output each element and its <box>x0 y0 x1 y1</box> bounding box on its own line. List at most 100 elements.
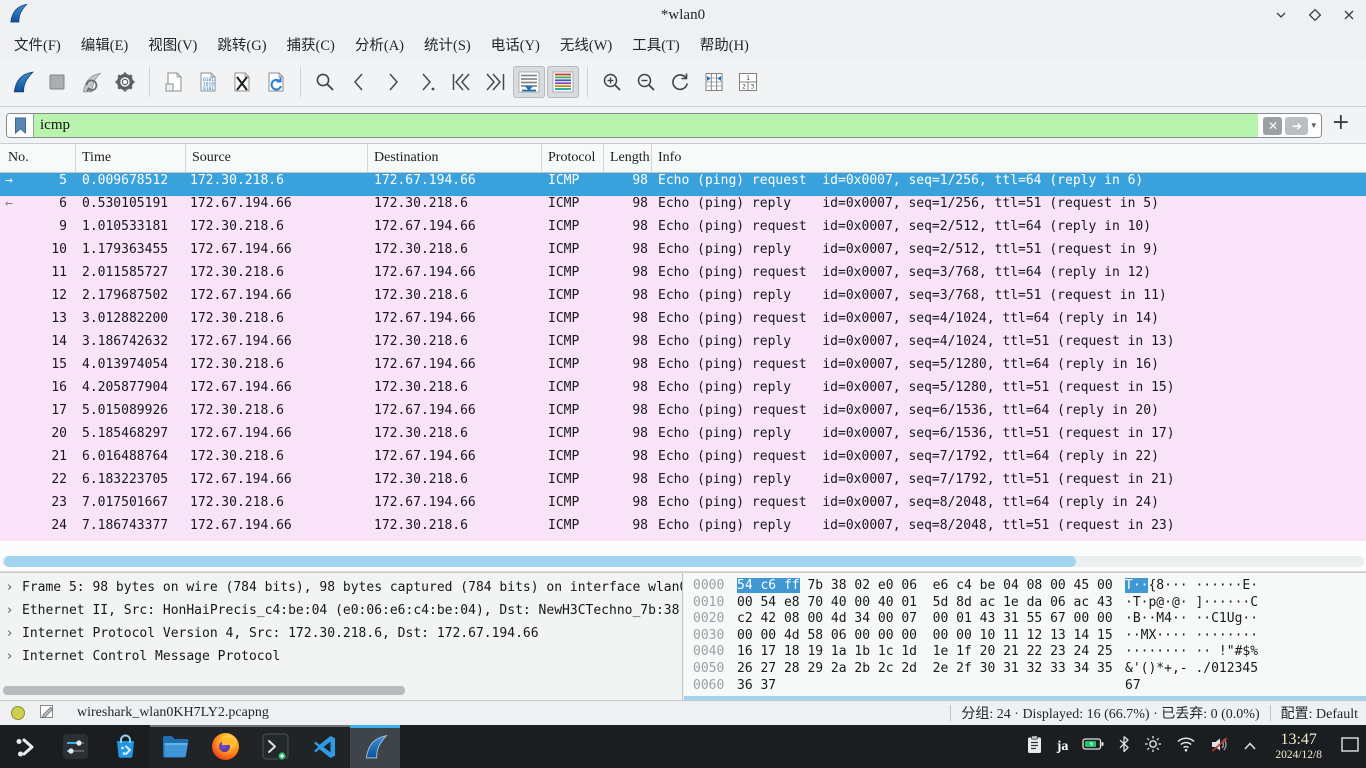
expert-info-icon[interactable] <box>11 706 25 720</box>
filter-bookmark-icon[interactable] <box>7 114 34 137</box>
menu-item-2[interactable]: 视图(V) <box>138 31 207 58</box>
packet-row-22[interactable]: 226.183223705172.67.194.66172.30.218.6IC… <box>0 472 1366 495</box>
menu-item-0[interactable]: 文件(F) <box>4 31 71 58</box>
vscode-icon[interactable] <box>300 725 350 768</box>
column-header-info[interactable]: Info <box>652 144 1366 172</box>
close-button[interactable] <box>1342 8 1356 22</box>
menu-item-5[interactable]: 分析(A) <box>345 31 414 58</box>
menu-item-7[interactable]: 电话(Y) <box>481 31 550 58</box>
bluetooth-icon[interactable] <box>1118 735 1130 758</box>
battery-icon[interactable] <box>1082 737 1104 756</box>
start-capture-button[interactable] <box>7 66 39 98</box>
find-packet-icon[interactable] <box>309 66 341 98</box>
hex-row-0000[interactable]: 000054 c6 ff 7b 38 02 e0 06 e6 c4 be 04 … <box>693 578 1366 595</box>
capture-comment-icon[interactable] <box>39 703 55 724</box>
firefox-icon[interactable] <box>200 725 250 768</box>
column-header-time[interactable]: Time <box>76 144 186 172</box>
first-packet-button[interactable] <box>445 66 477 98</box>
column-header-source[interactable]: Source <box>186 144 368 172</box>
next-packet-button[interactable] <box>377 66 409 98</box>
volume-muted-icon[interactable] <box>1210 736 1229 758</box>
clipboard-icon[interactable] <box>1026 735 1043 759</box>
packet-row-14[interactable]: 143.186742632172.67.194.66172.30.218.6IC… <box>0 334 1366 357</box>
column-header-destination[interactable]: Destination <box>368 144 542 172</box>
packet-row-13[interactable]: 133.012882200172.30.218.6172.67.194.66IC… <box>0 311 1366 334</box>
packet-row-5[interactable]: →50.009678512172.30.218.6172.67.194.66IC… <box>0 173 1366 196</box>
details-hscrollbar-thumb[interactable] <box>3 686 405 695</box>
stop-capture-button[interactable] <box>41 66 73 98</box>
filter-dropdown-icon[interactable]: ▾ <box>1311 121 1316 131</box>
resize-columns-button[interactable] <box>698 66 730 98</box>
packet-row-9[interactable]: 91.010533181172.30.218.6172.67.194.66ICM… <box>0 219 1366 242</box>
filter-text[interactable]: icmp <box>34 114 1258 137</box>
menu-item-9[interactable]: 工具(T) <box>622 31 690 58</box>
display-filter-input[interactable]: icmp ✕ ➜ ▾ <box>6 113 1322 138</box>
menu-item-4[interactable]: 捕获(C) <box>277 31 345 58</box>
expand-arrow-icon[interactable]: › <box>7 580 12 595</box>
packet-row-17[interactable]: 175.015089926172.30.218.6172.67.194.66IC… <box>0 403 1366 426</box>
restart-capture-button[interactable] <box>75 66 107 98</box>
column-header-no[interactable]: No. <box>0 144 76 172</box>
detail-line-0[interactable]: ›Frame 5: 98 bytes on wire (784 bits), 9… <box>0 580 682 603</box>
discover-store-icon[interactable] <box>100 725 150 768</box>
brightness-icon[interactable] <box>1144 735 1162 758</box>
zoom-out-icon[interactable] <box>630 66 662 98</box>
expand-arrow-icon[interactable]: › <box>7 626 12 641</box>
file-manager-icon[interactable] <box>150 725 200 768</box>
packet-row-11[interactable]: 112.011585727172.30.218.6172.67.194.66IC… <box>0 265 1366 288</box>
save-capture-file-button[interactable]: 010110100101 <box>192 66 224 98</box>
wireshark-taskbar-icon[interactable] <box>350 725 400 768</box>
packet-row-23[interactable]: 237.017501667172.30.218.6172.67.194.66IC… <box>0 495 1366 518</box>
detail-line-3[interactable]: ›Internet Control Message Protocol <box>0 649 682 672</box>
menu-item-8[interactable]: 无线(W) <box>550 31 622 58</box>
detail-line-1[interactable]: ›Ethernet II, Src: HonHaiPrecis_c4:be:04… <box>0 603 682 626</box>
show-desktop-icon[interactable] <box>1340 736 1360 758</box>
number-columns-button[interactable]: 123 <box>732 66 764 98</box>
wifi-icon[interactable] <box>1176 736 1196 757</box>
app-launcher-icon[interactable] <box>0 725 50 768</box>
detail-line-2[interactable]: ›Internet Protocol Version 4, Src: 172.3… <box>0 626 682 649</box>
column-header-protocol[interactable]: Protocol <box>542 144 604 172</box>
expand-arrow-icon[interactable]: › <box>7 649 12 664</box>
system-settings-icon[interactable] <box>50 725 100 768</box>
terminal-icon[interactable] <box>250 725 300 768</box>
previous-packet-button[interactable] <box>343 66 375 98</box>
profile-selector[interactable]: 配置: Default <box>1281 703 1358 723</box>
hex-row-0020[interactable]: 0020c2 42 08 00 4d 34 00 07 00 01 43 31 … <box>693 611 1366 628</box>
reload-file-button[interactable] <box>260 66 292 98</box>
menu-item-6[interactable]: 统计(S) <box>414 31 481 58</box>
maximize-button[interactable] <box>1308 8 1322 22</box>
packet-row-24[interactable]: 247.186743377172.67.194.66172.30.218.6IC… <box>0 518 1366 541</box>
packet-row-10[interactable]: 101.179363455172.67.194.66172.30.218.6IC… <box>0 242 1366 265</box>
menu-item-3[interactable]: 跳转(G) <box>207 31 276 58</box>
packet-row-6[interactable]: ←60.530105191172.67.194.66172.30.218.6IC… <box>0 196 1366 219</box>
packet-row-12[interactable]: 122.179687502172.67.194.66172.30.218.6IC… <box>0 288 1366 311</box>
expand-arrow-icon[interactable]: › <box>7 603 12 618</box>
hex-row-0010[interactable]: 001000 54 e8 70 40 00 40 01 5d 8d ac 1e … <box>693 595 1366 612</box>
packet-row-15[interactable]: 154.013974054172.30.218.6172.67.194.66IC… <box>0 357 1366 380</box>
zoom-reset-icon[interactable] <box>664 66 696 98</box>
clock-widget[interactable]: 13:47 2024/12/8 <box>1275 732 1322 761</box>
clear-filter-icon[interactable]: ✕ <box>1263 117 1282 135</box>
hex-row-0030[interactable]: 003000 00 4d 58 06 00 00 00 00 00 10 11 … <box>693 628 1366 645</box>
open-capture-file-button[interactable] <box>158 66 190 98</box>
minimize-button[interactable] <box>1274 8 1288 22</box>
input-method-indicator[interactable]: ja <box>1057 739 1069 755</box>
add-filter-button[interactable]: + <box>1332 110 1350 135</box>
zoom-in-icon[interactable] <box>596 66 628 98</box>
packet-row-21[interactable]: 216.016488764172.30.218.6172.67.194.66IC… <box>0 449 1366 472</box>
go-to-packet-button[interactable] <box>411 66 443 98</box>
close-capture-file-button[interactable] <box>226 66 258 98</box>
packet-row-16[interactable]: 164.205877904172.67.194.66172.30.218.6IC… <box>0 380 1366 403</box>
apply-filter-icon[interactable]: ➜ <box>1285 117 1308 135</box>
auto-scroll-toggle[interactable] <box>513 66 545 98</box>
column-header-length[interactable]: Length <box>604 144 652 172</box>
menu-item-10[interactable]: 帮助(H) <box>690 31 759 58</box>
capture-options-gear-icon[interactable] <box>109 66 141 98</box>
colorize-toggle[interactable] <box>547 66 579 98</box>
menu-item-1[interactable]: 编辑(E) <box>71 31 139 58</box>
scrollbar-thumb[interactable] <box>4 556 1076 567</box>
hex-row-0060[interactable]: 006036 3767 <box>693 678 1366 695</box>
expand-tray-chevron-icon[interactable] <box>1243 738 1257 756</box>
last-packet-button[interactable] <box>479 66 511 98</box>
